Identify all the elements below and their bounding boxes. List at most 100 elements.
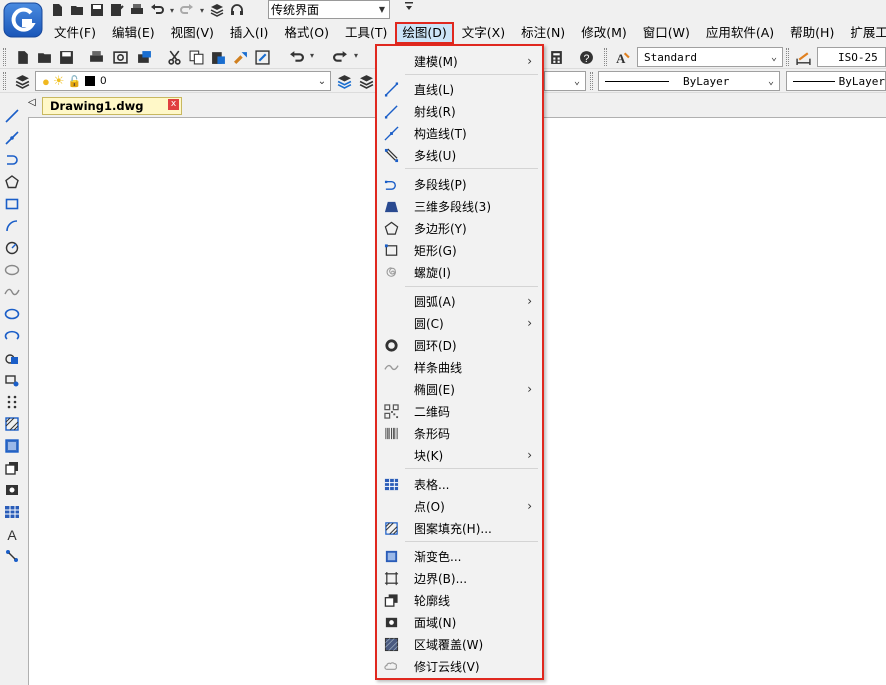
menu-apps[interactable]: 应用软件(A) <box>698 22 782 44</box>
color-select[interactable]: ⌄ <box>544 71 586 91</box>
ellipse-icon[interactable] <box>2 304 22 324</box>
hatch-icon[interactable] <box>2 414 22 434</box>
arc-icon[interactable] <box>2 216 22 236</box>
menu-modify[interactable]: 修改(M) <box>573 22 635 44</box>
open-folder-icon[interactable] <box>68 1 86 19</box>
menu-view[interactable]: 视图(V) <box>163 22 222 44</box>
toolbar-grip[interactable] <box>3 48 6 66</box>
draw-menu-item[interactable]: 圆弧(A) › <box>377 290 542 312</box>
table-icon[interactable] <box>2 502 22 522</box>
draw-menu-item[interactable]: 渐变色... <box>377 545 542 567</box>
draw-menu-item[interactable]: 表格... <box>377 473 542 495</box>
customize-quick-access-icon[interactable] <box>404 1 414 14</box>
linetype-select[interactable]: ByLayer ⌄ <box>598 71 780 91</box>
polyline-icon[interactable] <box>2 150 22 170</box>
menu-tools[interactable]: 工具(T) <box>337 22 395 44</box>
menu-text[interactable]: 文字(X) <box>454 22 513 44</box>
toolbar-grip[interactable] <box>3 72 6 90</box>
draw-menu-item[interactable]: 二维码 <box>377 400 542 422</box>
revcloud-icon[interactable] <box>2 260 22 280</box>
menu-extensions[interactable]: 扩展工具(S) <box>842 22 886 44</box>
save-as-icon[interactable] <box>108 1 126 19</box>
print-preview-icon[interactable] <box>110 47 130 67</box>
draw-menu-item[interactable]: 直线(L) <box>377 78 542 100</box>
menu-format[interactable]: 格式(O) <box>276 22 337 44</box>
point-icon[interactable] <box>2 392 22 412</box>
save-icon[interactable] <box>88 1 106 19</box>
draw-menu-item[interactable]: 样条曲线 <box>377 356 542 378</box>
undo-icon[interactable] <box>148 1 166 19</box>
menu-dimension[interactable]: 标注(N) <box>513 22 573 44</box>
menu-window[interactable]: 窗口(W) <box>635 22 698 44</box>
paste-icon[interactable] <box>208 47 228 67</box>
menu-insert[interactable]: 插入(I) <box>222 22 276 44</box>
redo-icon[interactable] <box>178 1 196 19</box>
copy-icon[interactable] <box>186 47 206 67</box>
draw-menu-item[interactable]: 多线(U) <box>377 144 542 166</box>
rectangle-icon[interactable] <box>2 194 22 214</box>
draw-menu-item[interactable]: 建模(M) › <box>377 50 542 72</box>
layer-manager-icon[interactable] <box>12 71 32 91</box>
match-properties-icon[interactable] <box>230 47 250 67</box>
text-style-icon[interactable]: A <box>612 47 632 67</box>
draw-menu-item[interactable]: 点(O) › <box>377 495 542 517</box>
workspace-select[interactable]: 传统界面 ▼ <box>268 0 390 19</box>
undo-dropdown-icon[interactable]: ▾ <box>168 6 176 15</box>
draw-menu-item[interactable]: 轮廓线 <box>377 589 542 611</box>
add-selected-icon[interactable] <box>2 546 22 566</box>
outline-icon[interactable] <box>2 458 22 478</box>
insert-block-icon[interactable] <box>2 348 22 368</box>
draw-menu-item[interactable]: 面域(N) <box>377 611 542 633</box>
print-icon[interactable] <box>128 1 146 19</box>
draw-menu-item[interactable]: 三维多段线(3) <box>377 195 542 217</box>
toolbar-grip[interactable] <box>590 72 593 90</box>
make-layer-current-icon[interactable] <box>334 71 354 91</box>
draw-menu-item[interactable]: 圆(C) › <box>377 312 542 334</box>
draw-menu-item[interactable]: 区域覆盖(W) <box>377 633 542 655</box>
menu-edit[interactable]: 编辑(E) <box>104 22 163 44</box>
new-file-icon[interactable] <box>48 1 66 19</box>
draw-menu-item[interactable]: 条形码 <box>377 422 542 444</box>
dimension-style-select[interactable]: ISO-25 <box>817 47 886 67</box>
save-icon[interactable] <box>56 47 76 67</box>
xline-icon[interactable] <box>2 128 22 148</box>
line-icon[interactable] <box>2 106 22 126</box>
draw-menu-item[interactable]: 椭圆(E) › <box>377 378 542 400</box>
make-block-icon[interactable] <box>2 370 22 390</box>
draw-menu-item[interactable]: 螺旋(I) <box>377 261 542 283</box>
draw-menu-item[interactable]: 多边形(Y) <box>377 217 542 239</box>
multiline-text-icon[interactable]: A <box>2 524 22 544</box>
draw-menu-item[interactable]: 构造线(T) <box>377 122 542 144</box>
draw-menu-item[interactable]: 圆环(D) <box>377 334 542 356</box>
redo-dropdown-icon[interactable]: ▾ <box>198 6 206 15</box>
draw-menu-item[interactable]: 块(K) › <box>377 444 542 466</box>
close-icon[interactable]: x <box>168 99 179 110</box>
tab-drawing1[interactable]: Drawing1.dwg <box>42 97 182 115</box>
menu-draw[interactable]: 绘图(D) <box>395 22 454 44</box>
menu-help[interactable]: 帮助(H) <box>782 22 842 44</box>
cut-icon[interactable] <box>164 47 184 67</box>
menu-file[interactable]: 文件(F) <box>46 22 104 44</box>
gradient-icon[interactable] <box>2 436 22 456</box>
layer-previous-icon[interactable] <box>356 71 376 91</box>
open-folder-icon[interactable] <box>34 47 54 67</box>
draw-menu-item[interactable]: 矩形(G) <box>377 239 542 261</box>
draw-menu-item[interactable]: 边界(B)... <box>377 567 542 589</box>
dimension-style-icon[interactable] <box>793 47 813 67</box>
draw-menu-item[interactable]: 图案填充(H)... <box>377 517 542 539</box>
circle-icon[interactable] <box>2 238 22 258</box>
draw-menu-item[interactable]: 修订云线(V) <box>377 655 542 677</box>
text-style-select[interactable]: Standard ⌄ <box>637 47 783 67</box>
redo-icon[interactable] <box>330 47 350 67</box>
toolbar-grip[interactable] <box>604 48 607 66</box>
help-headset-icon[interactable] <box>228 1 246 19</box>
toolbar-grip[interactable] <box>786 48 789 66</box>
block-editor-icon[interactable] <box>252 47 272 67</box>
print-icon[interactable] <box>86 47 106 67</box>
calculator-icon[interactable] <box>546 47 566 67</box>
help-icon[interactable]: ? <box>576 47 596 67</box>
app-logo[interactable] <box>2 1 44 39</box>
polygon-icon[interactable] <box>2 172 22 192</box>
ellipse-arc-icon[interactable] <box>2 326 22 346</box>
layers-icon[interactable] <box>208 1 226 19</box>
